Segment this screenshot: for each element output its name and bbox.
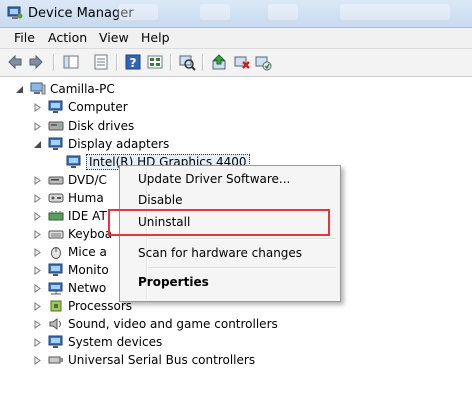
display-adapter-icon xyxy=(66,155,81,168)
title-bar: Device Manager xyxy=(0,0,472,28)
system-device-icon xyxy=(48,335,63,348)
update-driver-menu-item[interactable]: Update Driver Software... xyxy=(138,172,290,186)
show-hide-console-tree-icon[interactable] xyxy=(62,53,80,71)
tree-item[interactable]: Disk drives xyxy=(33,117,134,135)
tree-item-label: Monito xyxy=(68,263,109,277)
tree-item-label: Universal Serial Bus controllers xyxy=(68,353,256,367)
expand-arrow-icon[interactable] xyxy=(33,229,42,239)
tree-item-label: Keyboa xyxy=(68,227,113,241)
expand-arrow-icon[interactable] xyxy=(33,265,42,275)
device-manager-icon xyxy=(7,6,23,19)
menu-action[interactable]: Action xyxy=(48,30,87,45)
back-icon[interactable] xyxy=(6,53,24,71)
usb-icon xyxy=(48,356,63,364)
menu-help[interactable]: Help xyxy=(141,30,170,45)
forward-icon[interactable] xyxy=(27,53,45,71)
menu-file[interactable]: File xyxy=(14,30,35,45)
svg-text:?: ? xyxy=(130,56,137,70)
computer-icon xyxy=(30,82,46,95)
tree-item[interactable]: Computer xyxy=(33,98,128,116)
disable-menu-item[interactable]: Disable xyxy=(138,193,183,207)
sound-icon xyxy=(49,318,61,330)
ghost-tab xyxy=(200,4,230,20)
tree-item-label: Computer xyxy=(68,100,128,114)
tree-item-label: DVD/C xyxy=(68,173,107,187)
context-menu-separator xyxy=(148,238,336,240)
tree-item-label: Netwo xyxy=(68,281,107,295)
scan-hardware-menu-item[interactable]: Scan for hardware changes xyxy=(138,246,302,260)
expand-arrow-icon[interactable] xyxy=(33,211,42,221)
hid-icon xyxy=(48,193,64,203)
tree-root-label: Camilla-PC xyxy=(50,82,115,96)
tree-item[interactable]: Sound, video and game controllers xyxy=(33,315,278,333)
tree-root[interactable]: Camilla-PC xyxy=(15,80,115,98)
properties-menu-item[interactable]: Properties xyxy=(138,275,209,289)
tree-item[interactable]: IDE AT xyxy=(33,207,107,225)
display-adapter-icon xyxy=(48,137,63,150)
tree-item[interactable]: Universal Serial Bus controllers xyxy=(33,351,255,369)
menu-view[interactable]: View xyxy=(99,30,129,45)
context-menu-separator xyxy=(148,267,336,269)
uninstall-icon[interactable] xyxy=(233,53,251,71)
tree-item[interactable]: Netwo xyxy=(33,279,106,297)
tree-item[interactable]: Mice a xyxy=(33,243,107,261)
expand-arrow-icon[interactable] xyxy=(33,121,42,131)
tree-item-label: IDE AT xyxy=(68,209,107,223)
scan-hardware-icon[interactable] xyxy=(178,53,196,71)
tree-item[interactable]: System devices xyxy=(33,333,162,351)
toolbar-separator xyxy=(170,54,172,71)
dvd-drive-icon xyxy=(48,176,64,185)
tree-item[interactable]: Monito xyxy=(33,261,109,279)
tree-item[interactable]: Huma xyxy=(33,189,104,207)
processor-icon xyxy=(50,300,62,312)
update-driver-icon[interactable] xyxy=(210,53,228,71)
network-adapter-icon xyxy=(48,282,63,295)
tree-item[interactable]: Display adapters xyxy=(33,135,169,153)
expand-arrow-icon[interactable] xyxy=(33,247,42,257)
tree-item[interactable]: Processors xyxy=(33,297,132,315)
collapse-arrow-icon[interactable] xyxy=(33,140,42,149)
expand-arrow-icon[interactable] xyxy=(33,301,42,311)
collapse-arrow-icon[interactable] xyxy=(15,85,24,94)
disk-drive-icon xyxy=(48,121,64,131)
toolbar-separator xyxy=(202,54,204,71)
menu-bar: File Action View Help xyxy=(0,28,472,49)
ide-controller-icon xyxy=(48,211,64,221)
monitor-icon xyxy=(48,263,63,276)
tree-item[interactable]: Keyboa xyxy=(33,225,112,243)
enable-device-icon[interactable] xyxy=(254,53,272,71)
expand-arrow-icon[interactable] xyxy=(33,102,42,112)
toolbar: ? xyxy=(0,49,472,77)
tree-item[interactable]: DVD/C xyxy=(33,171,107,189)
expand-arrow-icon[interactable] xyxy=(33,337,42,347)
properties-icon[interactable] xyxy=(92,53,110,71)
uninstall-highlight-box xyxy=(108,209,330,236)
tree-item-label: System devices xyxy=(68,335,163,349)
tree-item-label: Mice a xyxy=(68,245,107,259)
ghost-tab xyxy=(118,4,158,20)
tree-item-label: Disk drives xyxy=(68,119,135,133)
ghost-tab xyxy=(340,4,450,20)
help-icon[interactable]: ? xyxy=(124,53,142,71)
console-view-icon[interactable] xyxy=(146,53,164,71)
keyboard-icon xyxy=(48,230,64,239)
expand-arrow-icon[interactable] xyxy=(33,319,42,329)
expand-arrow-icon[interactable] xyxy=(33,355,42,365)
expand-arrow-icon[interactable] xyxy=(33,283,42,293)
tree-item-label: Huma xyxy=(68,191,104,205)
computer-icon xyxy=(48,100,63,113)
toolbar-separator xyxy=(116,54,118,71)
tree-item-label: Display adapters xyxy=(68,137,170,151)
toolbar-separator xyxy=(53,54,55,71)
mouse-icon xyxy=(51,247,61,259)
tree-item-label: Sound, video and game controllers xyxy=(68,317,278,331)
ghost-tab xyxy=(268,4,298,20)
expand-arrow-icon[interactable] xyxy=(33,193,42,203)
expand-arrow-icon[interactable] xyxy=(33,175,42,185)
